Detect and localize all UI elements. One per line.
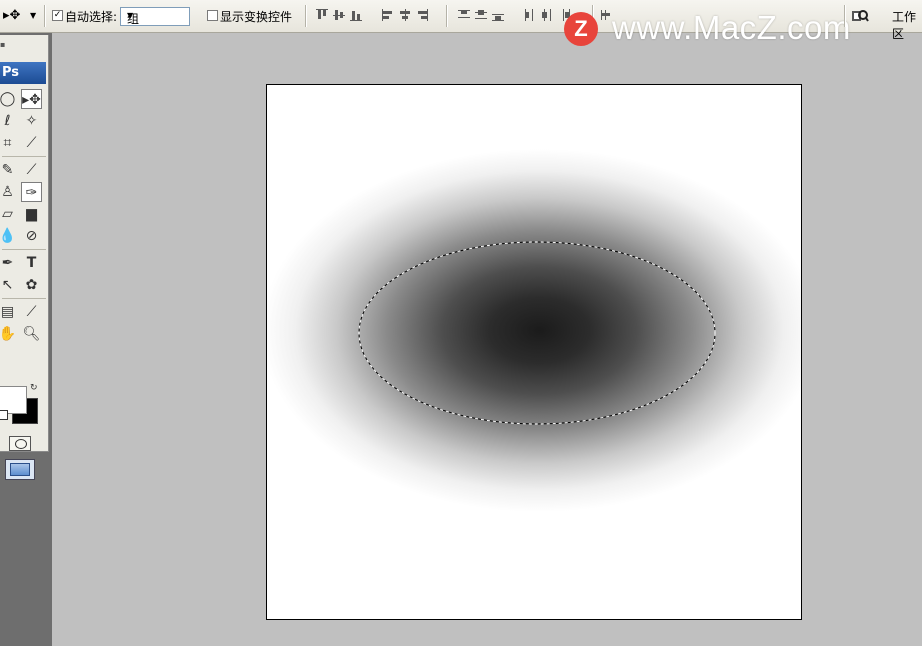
watermark-text: www.MacZ.com [612,9,851,46]
type-tool-icon[interactable]: T [21,253,42,273]
distribute-vertical-group [457,8,505,24]
divider [305,5,307,27]
chevron-down-icon: ▼ [30,11,37,20]
align-vertical-centers-icon[interactable] [332,8,346,22]
move-tool-icon[interactable]: ▸✥ [21,89,42,109]
crop-tool-icon[interactable]: ⌗ [0,133,18,153]
workspace-button[interactable]: 工作区 [846,5,922,41]
toolbox: ▪ Ps ◯ ▸✥ ℓ ✧ ⌗ ⟋ ✎ ⟋ ♙ ✑ ▱ ▆ 💧 ⊘ ✒ T ↖ … [0,35,49,480]
zoom-tool-icon[interactable]: 🔍︎ [21,324,42,344]
healing-brush-tool-icon[interactable]: ✎ [0,160,18,180]
eyedropper-tool-icon[interactable]: ⟋ [21,302,42,322]
screen-mode-button[interactable] [5,459,35,480]
show-transform-checkbox[interactable] [207,10,218,21]
divider [446,5,448,27]
distribute-top-edges-icon[interactable] [457,8,471,22]
swap-colors-icon[interactable]: ↻ [30,383,38,393]
magic-wand-tool-icon[interactable]: ✧ [21,111,42,131]
auto-align-layers-icon[interactable] [599,8,613,22]
document-canvas[interactable] [266,84,802,620]
brush-tool-icon[interactable]: ⟋ [21,160,42,180]
align-left-edges-icon[interactable] [381,8,395,22]
workspace-icon [852,10,869,22]
workspace-label: 工作区 [892,10,917,41]
distribute-horizontal-group [523,8,571,24]
blur-tool-icon[interactable]: 💧 [0,226,18,246]
options-bar: ▸✥ ▼ ✓ 自动选择: 组 ▼ 显示变换控件 Z www.MacZ.com 工… [0,0,922,46]
eraser-tool-icon[interactable]: ▱ [0,204,18,224]
slice-tool-icon[interactable]: ⟋ [21,133,42,153]
color-swatches: ↻ [0,383,48,425]
distribute-vertical-centers-icon[interactable] [474,8,488,22]
watermark-badge: Z [564,12,598,46]
custom-shape-tool-icon[interactable]: ✿ [21,275,42,295]
elliptical-marquee-tool-icon[interactable]: ◯ [0,89,18,109]
align-horizontal-group [381,8,429,24]
tool-preset-picker[interactable]: ▸✥ ▼ [3,8,37,26]
distribute-horizontal-centers-icon[interactable] [540,8,554,22]
auto-select-checkbox[interactable]: ✓ [52,10,63,21]
notes-tool-icon[interactable]: ▤ [0,302,18,322]
move-tool-icon: ▸✥ [3,8,21,23]
lasso-tool-icon[interactable]: ℓ [0,111,18,131]
align-top-edges-icon[interactable] [315,8,329,22]
path-selection-tool-icon[interactable]: ↖ [0,275,18,295]
quick-mask-icon [15,439,27,449]
align-horizontal-centers-icon[interactable] [398,8,412,22]
toolbox-grip[interactable]: ▪ [0,37,48,49]
hand-tool-icon[interactable]: ✋ [0,324,18,344]
distribute-left-edges-icon[interactable] [523,8,537,22]
auto-select-dropdown[interactable]: 组 ▼ [120,7,190,26]
chevron-down-icon: ▼ [127,11,134,20]
pen-tool-icon[interactable]: ✒ [0,253,18,273]
history-brush-tool-icon[interactable]: ✑ [21,182,42,202]
grip-icon: ▪ [0,40,6,49]
tool-grid: ◯ ▸✥ ℓ ✧ ⌗ ⟋ ✎ ⟋ ♙ ✑ ▱ ▆ 💧 ⊘ ✒ T ↖ ✿ ▤ ⟋… [0,89,48,346]
auto-select-label: 自动选择: [65,10,118,24]
distribute-bottom-edges-icon[interactable] [491,8,505,22]
divider [44,5,46,27]
show-transform-label: 显示变换控件 [220,10,293,24]
align-buttons-group [315,8,363,24]
align-bottom-edges-icon[interactable] [349,8,363,22]
auto-align-group [599,8,613,24]
gradient-tool-icon[interactable]: ▆ [21,204,42,224]
dodge-tool-icon[interactable]: ⊘ [21,226,42,246]
ps-logo[interactable]: Ps [0,62,46,84]
clone-stamp-tool-icon[interactable]: ♙ [0,182,18,202]
default-colors-icon[interactable] [0,410,8,420]
quick-mask-button[interactable] [9,436,31,451]
align-right-edges-icon[interactable] [415,8,429,22]
elliptical-selection [358,241,716,425]
screen-mode-icon [10,463,30,476]
